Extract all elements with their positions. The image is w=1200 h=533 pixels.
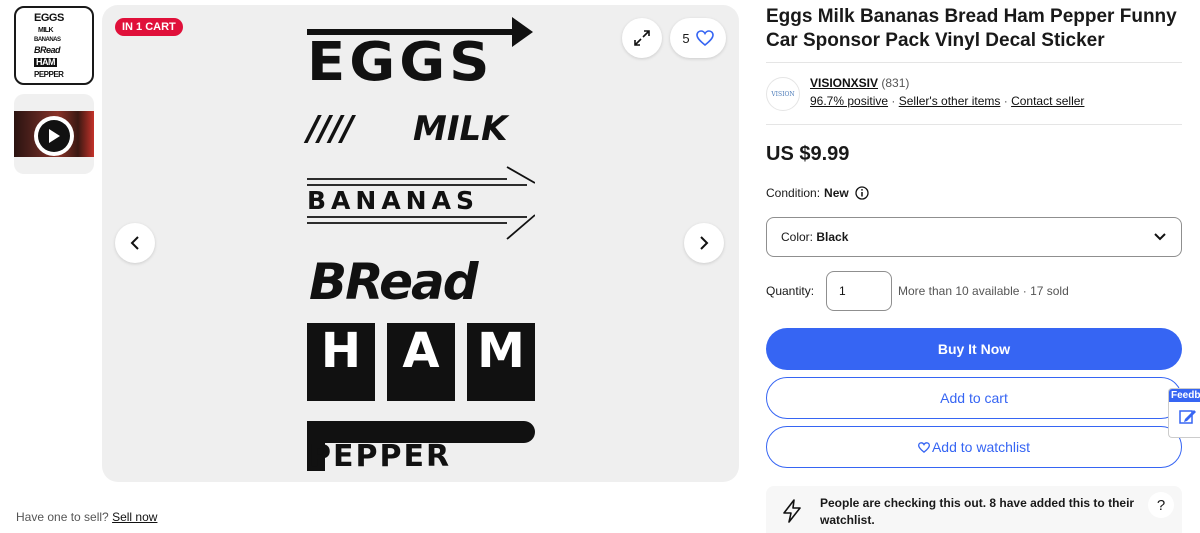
add-to-watchlist-label: Add to watchlist (931, 439, 1031, 455)
color-select-label: Color: (781, 230, 814, 244)
quantity-label: Quantity: (766, 284, 815, 298)
listing-title: Eggs Milk Bananas Bread Ham Pepper Funny… (766, 6, 1177, 51)
previous-image-button[interactable] (115, 223, 155, 263)
color-select[interactable]: Color: Black (766, 217, 1182, 257)
feedback-tab[interactable]: Feedback (1168, 388, 1200, 438)
contact-seller-link[interactable]: Contact seller (1011, 94, 1084, 108)
color-select-value: Black (816, 230, 849, 244)
seller-positive-link[interactable]: 96.7% positive (810, 94, 888, 108)
seller-feedback-count: (831) (881, 76, 910, 90)
activity-notice-text: People are checking this out. 8 have add… (820, 496, 1135, 527)
watch-count-button[interactable]: 5 (670, 18, 726, 58)
expand-icon[interactable] (622, 18, 662, 58)
heart-icon (917, 441, 930, 453)
condition-value: New (824, 186, 849, 200)
next-image-button[interactable] (684, 223, 724, 263)
watch-count: 5 (682, 30, 690, 46)
thumb-line-milk: MILK (38, 27, 54, 34)
condition-label: Condition: (766, 186, 821, 200)
add-to-watchlist-button[interactable]: Add to watchlist (766, 426, 1182, 468)
divider (766, 62, 1182, 63)
sell-now-link[interactable]: Sell now (112, 510, 157, 524)
seller-name-link[interactable]: VISIONXSIV (810, 76, 878, 90)
thumb-line-pepper: PEPPER (34, 70, 64, 79)
thumbnail-sticker[interactable]: EGGS MILK BANANAS BRead HAM PEPPER (14, 6, 94, 85)
lightning-icon (783, 499, 801, 523)
thumb-line-ham: HAM (34, 57, 57, 67)
thumb-line-bread: BRead (34, 45, 61, 55)
main-image-gallery[interactable]: IN 1 CART 5 EGGS //// MILK BANANAS BRead… (102, 5, 739, 482)
info-icon[interactable] (855, 186, 869, 200)
chevron-down-icon (1154, 233, 1166, 241)
chevron-left-icon (130, 236, 139, 250)
play-icon[interactable] (34, 116, 74, 156)
thumb-line-bananas: BANANAS (34, 37, 61, 43)
divider (766, 124, 1182, 125)
seller-other-items-link[interactable]: Seller's other items (899, 94, 1001, 108)
edit-icon (1179, 410, 1196, 424)
sell-prompt: Have one to sell? Sell now (16, 510, 158, 524)
heart-icon (695, 30, 714, 46)
add-to-cart-button[interactable]: Add to cart (766, 377, 1182, 419)
help-button[interactable]: ? (1148, 492, 1174, 518)
sticker-pepper: PEPPER (307, 419, 535, 475)
seller-links: 96.7% positive · Seller's other items · … (810, 94, 1085, 108)
sticker-ham: H A M (307, 323, 535, 403)
thumb-line-eggs: EGGS (34, 12, 64, 24)
buy-it-now-button[interactable]: Buy It Now (766, 328, 1182, 370)
sticker-bananas: BANANAS (307, 163, 535, 243)
condition-row: Condition: New (766, 186, 869, 200)
in-cart-badge: IN 1 CART (115, 18, 183, 36)
feedback-label: Feedback (1169, 389, 1200, 402)
quantity-input[interactable] (826, 271, 892, 311)
activity-notice: People are checking this out. 8 have add… (766, 486, 1182, 533)
chevron-right-icon (700, 236, 709, 250)
price: US $9.99 (766, 143, 850, 165)
sticker-milk: //// MILK (307, 109, 508, 149)
seller-avatar[interactable]: VISION (766, 77, 800, 111)
sticker-bread: BRead (309, 253, 479, 311)
thumbnail-video[interactable] (14, 94, 94, 174)
seller-name-row: VISIONXSIV (831) (810, 76, 909, 90)
availability-text: More than 10 available · 17 sold (898, 284, 1069, 298)
sticker-eggs: EGGS (307, 15, 535, 95)
